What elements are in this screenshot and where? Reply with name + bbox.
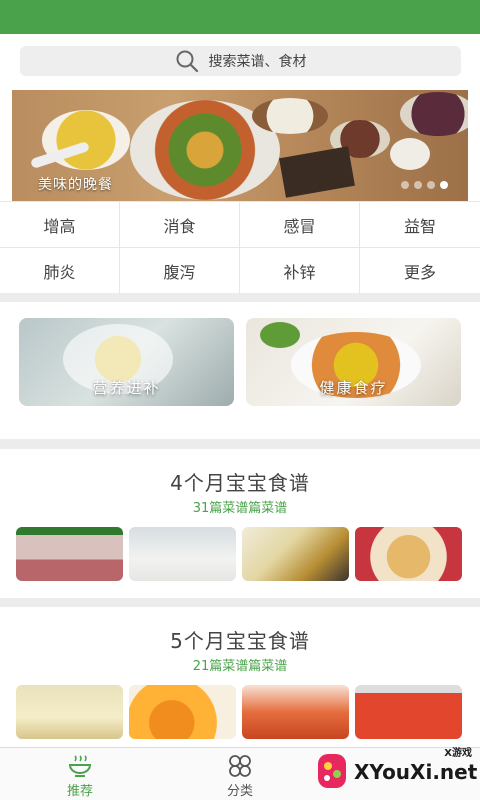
search-icon [176, 50, 198, 73]
recipe-thumbnail[interactable] [242, 685, 349, 739]
recipe-thumbnail[interactable] [16, 685, 123, 739]
watermark: X游戏 XYouXi.net [306, 744, 480, 800]
recipe-thumbnail[interactable] [355, 685, 462, 739]
section-count: 21篇菜谱篇菜谱 [192, 659, 288, 674]
carousel-dot[interactable] [401, 181, 409, 189]
tab-category[interactable]: 分类 [200, 752, 280, 799]
carousel-indicator [401, 181, 448, 189]
tag-more[interactable]: 更多 [360, 248, 480, 294]
section-title[interactable]: 4个月宝宝食谱 [0, 467, 480, 496]
card-label: 健康食疗 [319, 379, 388, 397]
section-divider [0, 439, 480, 449]
watermark-small-text: X游戏 [444, 748, 472, 759]
grid-clover-icon [229, 755, 251, 777]
tag-item[interactable]: 腹泻 [120, 248, 240, 294]
tab-recommend[interactable]: 推荐 [40, 752, 120, 799]
banner-carousel[interactable]: 美味的晚餐 [12, 90, 468, 201]
section-title[interactable]: 5个月宝宝食谱 [0, 625, 480, 654]
recipe-thumbnail[interactable] [242, 527, 349, 581]
carousel-dot[interactable] [414, 181, 422, 189]
recipe-thumbnails [16, 685, 464, 739]
tag-item[interactable]: 肺炎 [0, 248, 120, 294]
recipe-thumbnail[interactable] [16, 527, 123, 581]
tab-label: 推荐 [66, 784, 93, 799]
status-bar [0, 0, 480, 34]
carousel-dot[interactable] [427, 181, 435, 189]
section-count: 31篇菜谱篇菜谱 [192, 501, 288, 516]
tag-item[interactable]: 消食 [120, 202, 240, 248]
tag-item[interactable]: 益智 [360, 202, 480, 248]
tag-item[interactable]: 增高 [0, 202, 120, 248]
bowl-icon [68, 755, 92, 777]
card-diet-therapy[interactable]: 健康食疗 [246, 318, 461, 406]
feature-cards: 营养进补 健康食疗 [0, 302, 480, 439]
gamepad-logo-icon [318, 754, 346, 788]
recipe-section-5-months: 5个月宝宝食谱 21篇菜谱篇菜谱 [0, 607, 480, 747]
search-placeholder: 搜索菜谱、食材 [208, 54, 307, 70]
carousel-dot-active[interactable] [440, 181, 448, 189]
recipe-thumbnail[interactable] [129, 685, 236, 739]
section-divider [0, 598, 480, 607]
tag-item[interactable]: 补锌 [240, 248, 360, 294]
tag-item[interactable]: 感冒 [240, 202, 360, 248]
recipe-section-4-months: 4个月宝宝食谱 31篇菜谱篇菜谱 [0, 449, 480, 598]
tab-label: 分类 [226, 784, 253, 799]
banner-caption: 美味的晚餐 [38, 177, 113, 193]
watermark-main-text: XYouXi.net [354, 760, 478, 784]
section-divider [0, 293, 480, 302]
category-tag-grid: 增高 消食 感冒 益智 肺炎 腹泻 补锌 更多 [0, 201, 480, 294]
recipe-thumbnails [16, 527, 464, 581]
search-input[interactable]: 搜索菜谱、食材 [20, 46, 461, 76]
recipe-thumbnail[interactable] [129, 527, 236, 581]
card-label: 营养进补 [92, 379, 161, 397]
search-area: 搜索菜谱、食材 [0, 34, 480, 88]
recipe-thumbnail[interactable] [355, 527, 462, 581]
card-nutrition[interactable]: 营养进补 [19, 318, 234, 406]
